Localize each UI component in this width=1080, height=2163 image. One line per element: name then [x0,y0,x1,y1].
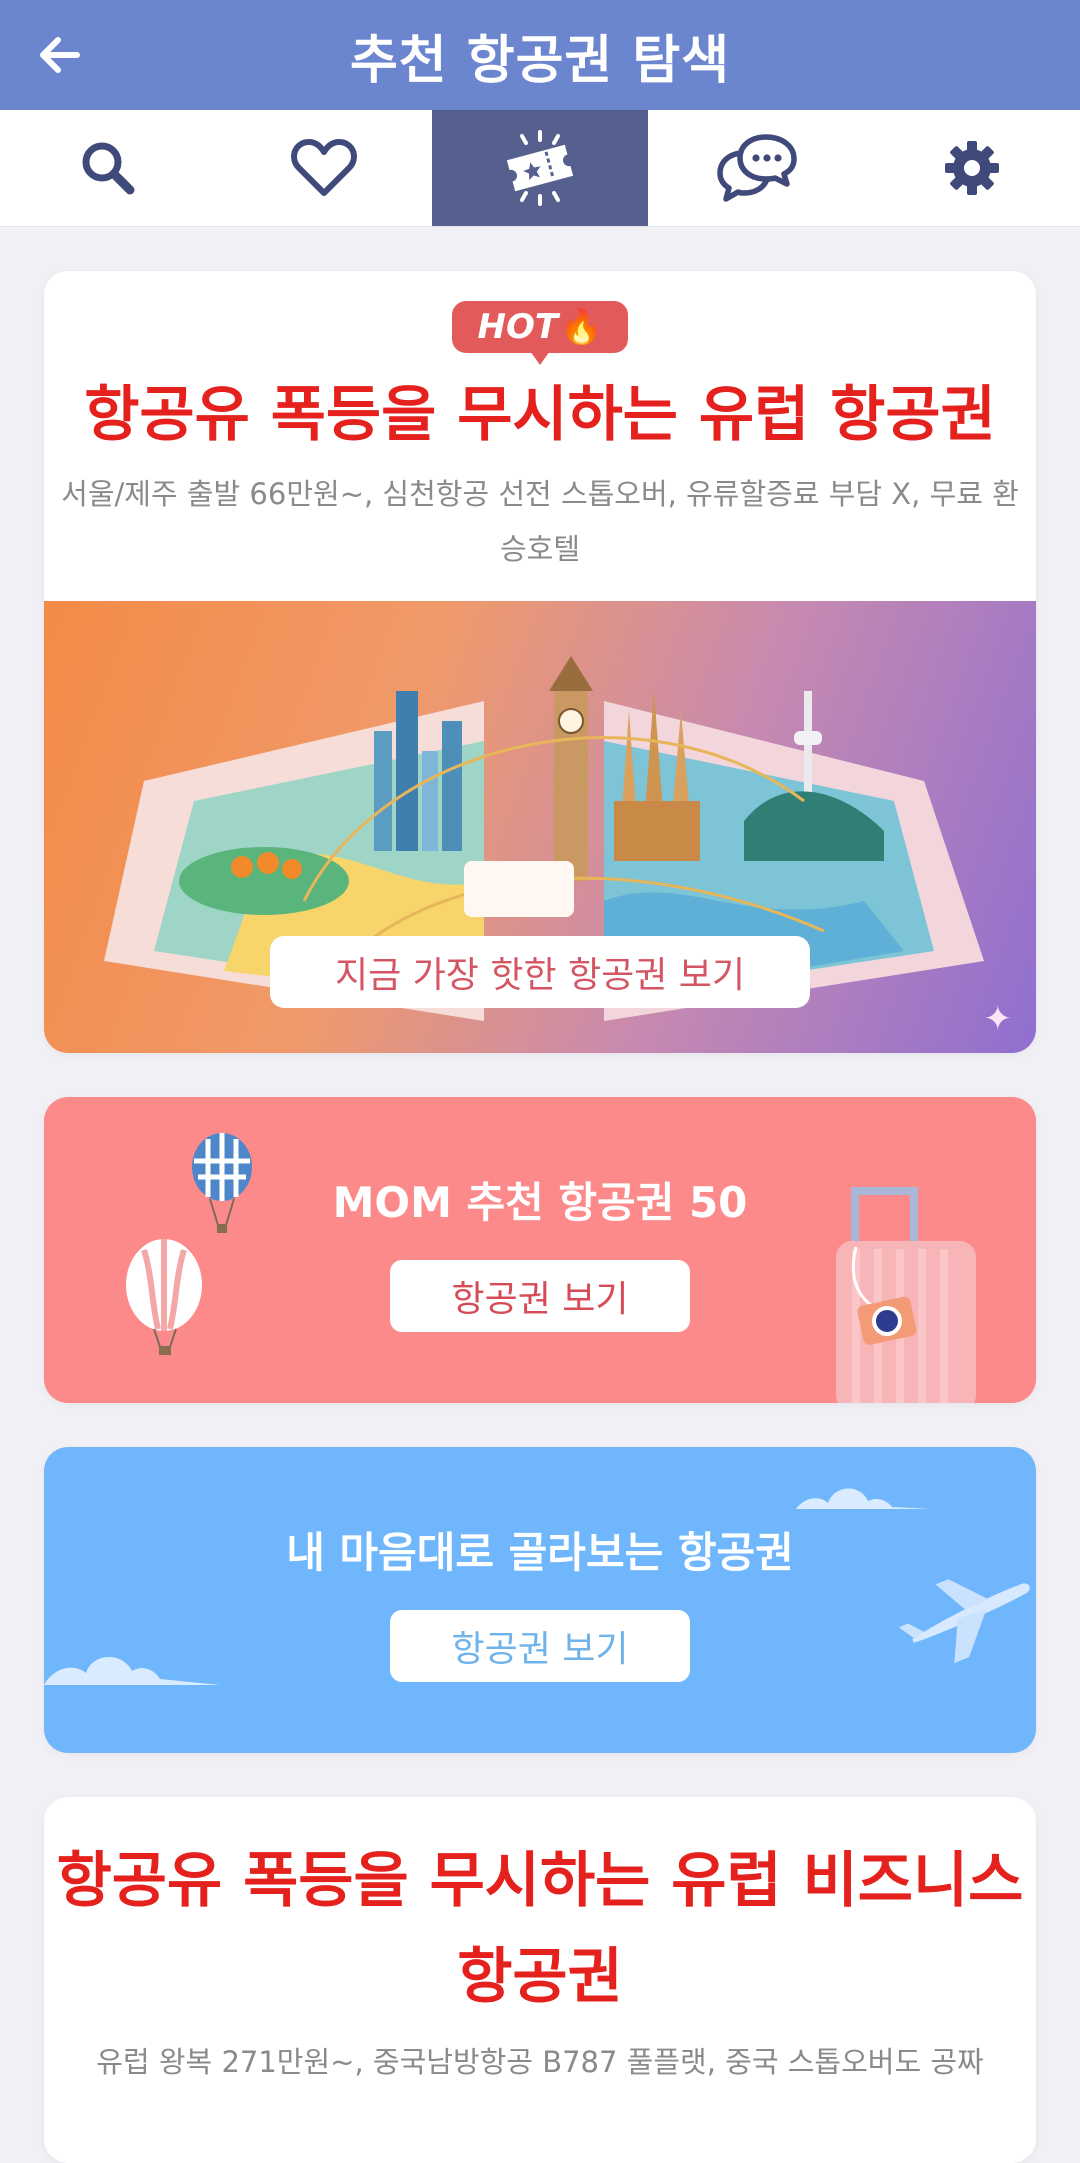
tab-search[interactable] [0,110,216,226]
custom-pick-title: 내 마음대로 골라보는 항공권 [286,1527,794,1577]
gear-icon [945,141,999,195]
mom-recommended-card[interactable]: MOM 추천 항공권 50 항공권 보기 [44,1097,1036,1403]
tab-bar [0,110,1080,227]
sparkle-icon: ✦ [983,999,1013,1039]
heart-icon [291,139,357,196]
mom-card-title: MOM 추천 항공권 50 [332,1177,748,1227]
back-button[interactable] [34,30,84,80]
tab-chat[interactable] [648,110,864,226]
app-header: 추천 항공권 탐색 [0,0,1080,110]
hot-air-balloon-illustration [126,1133,252,1355]
cloud-icon [796,1488,932,1509]
business-title: 항공유 폭등을 무시하는 유럽 비즈니스 항공권 [56,1846,1024,2012]
ticket-icon [506,130,574,206]
business-subtitle: 유럽 왕복 271만원~, 중국남방항공 B787 풀플랫, 중국 스톱오버도 … [96,2045,984,2079]
tab-settings[interactable] [864,110,1080,226]
custom-pick-view-tickets-button[interactable]: 항공권 보기 [390,1609,690,1682]
recommendation-list: HOT🔥 항공유 폭등을 무시하는 유럽 항공권 서울/제주 출발 66만원~,… [0,227,1080,2163]
airplane-icon [898,1579,1030,1664]
featured-subtitle: 서울/제주 출발 66만원~, 심천항공 선전 스톱오버, 유류할증료 부담 X… [61,477,1019,566]
hot-tickets-button[interactable]: 지금 가장 핫한 항공권 보기 [270,936,810,1008]
mom-view-tickets-button[interactable]: 항공권 보기 [390,1259,690,1332]
business-ticket-card[interactable]: 항공유 폭등을 무시하는 유럽 비즈니스 항공권 유럽 왕복 271만원~, 중… [44,1797,1036,2163]
tab-recommended-tickets[interactable] [432,110,648,226]
tab-favorites[interactable] [216,110,432,226]
chat-bubbles-icon [717,134,797,202]
featured-title: 항공유 폭등을 무시하는 유럽 항공권 [84,380,996,450]
custom-pick-card[interactable]: 내 마음대로 골라보는 항공권 항공권 보기 [44,1447,1036,1753]
page-title: 추천 항공권 탐색 [349,30,731,91]
suitcase-camera-illustration [836,1187,976,1403]
flame-icon: 🔥 [560,307,603,347]
cloud-icon [44,1656,220,1685]
arrow-left-icon [40,37,80,73]
search-icon [82,142,135,195]
hot-badge: HOT🔥 [451,301,629,365]
europe-popup-map-illustration: 지금 가장 핫한 항공권 보기 ✦ [44,601,1036,1053]
featured-ticket-card[interactable]: HOT🔥 항공유 폭등을 무시하는 유럽 항공권 서울/제주 출발 66만원~,… [44,271,1036,1053]
